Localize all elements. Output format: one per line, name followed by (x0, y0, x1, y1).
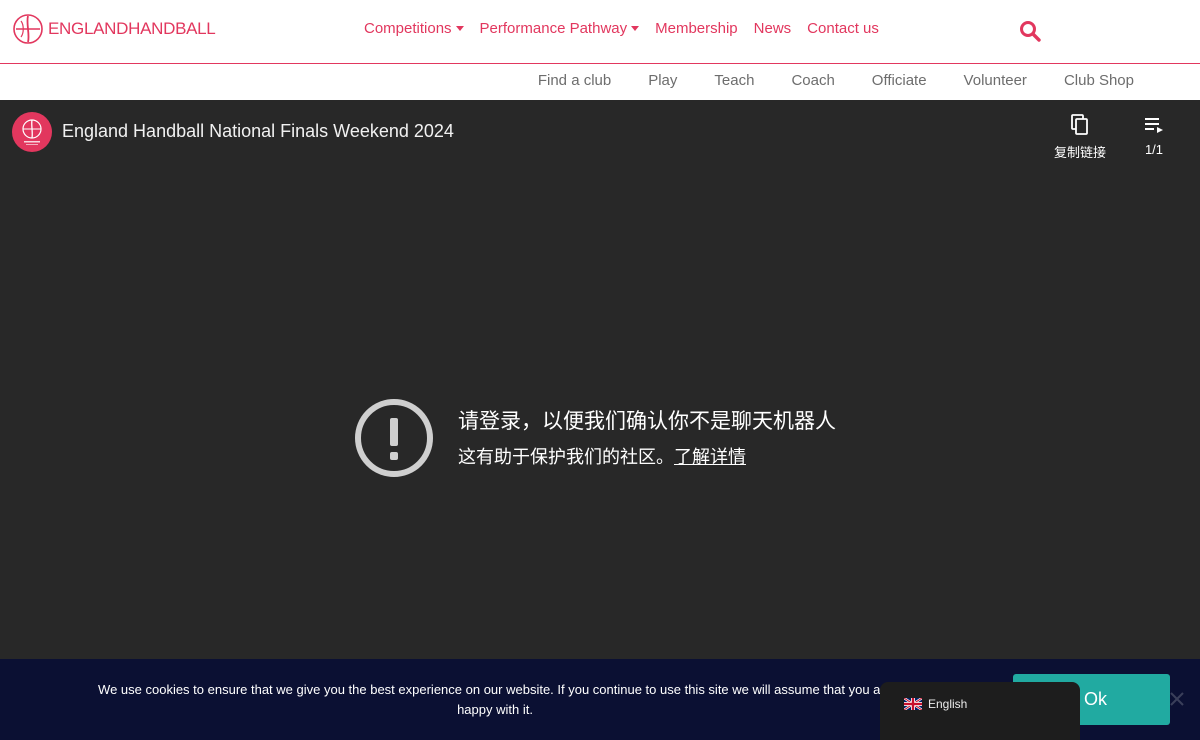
error-subtitle-line: 这有助于保护我们的社区。了解详情 (458, 443, 746, 469)
error-title: 请登录，以便我们确认你不是聊天机器人 (458, 410, 836, 433)
logo-word-england: ENGLAND (48, 19, 129, 38)
logo-word-handball: HANDBALL (128, 19, 216, 38)
error-subtitle: 这有助于保护我们的社区。 (458, 447, 674, 467)
playlist-count: 1/1 (1144, 142, 1164, 157)
close-icon[interactable] (1168, 690, 1186, 708)
subnav-volunteer[interactable]: Volunteer (964, 72, 1027, 89)
learn-more-link[interactable]: 了解详情 (674, 447, 746, 467)
secondary-nav: Find a club Play Teach Coach Officiate V… (0, 64, 1200, 100)
nav-contact-us[interactable]: Contact us (807, 20, 879, 37)
search-icon[interactable] (1019, 20, 1041, 42)
language-switcher[interactable]: English (880, 682, 1080, 740)
subnav-find-a-club[interactable]: Find a club (538, 72, 611, 89)
nav-performance-pathway-label: Performance Pathway (479, 20, 628, 37)
copy-link-label: 复制链接 (1054, 145, 1107, 160)
channel-avatar[interactable] (12, 112, 52, 152)
nav-contact-us-label: Contact us (807, 20, 879, 37)
nav-performance-pathway[interactable]: Performance Pathway (480, 20, 640, 37)
england-handball-logo-icon (13, 14, 43, 44)
channel-logo-icon (22, 119, 42, 145)
nav-news-label: News (753, 20, 792, 37)
cookie-message: We use cookies to ensure that we give yo… (98, 682, 892, 717)
caret-down-icon (455, 26, 464, 31)
playlist-button[interactable]: 1/1 (1144, 114, 1164, 157)
site-logo[interactable]: ENGLANDHANDBALL (12, 12, 216, 46)
subnav-coach[interactable]: Coach (791, 72, 834, 89)
alert-circle-icon (355, 399, 433, 477)
nav-membership-label: Membership (655, 20, 738, 37)
logo-wordmark: ENGLANDHANDBALL (48, 19, 216, 39)
nav-competitions[interactable]: Competitions (364, 20, 464, 37)
subnav-teach[interactable]: Teach (714, 72, 754, 89)
subnav-play[interactable]: Play (648, 72, 677, 89)
copy-link-button[interactable]: 复制链接 (1054, 114, 1106, 161)
copy-icon (1071, 114, 1088, 135)
main-nav: Competitions Performance Pathway Members… (364, 20, 879, 37)
subnav-club-shop[interactable]: Club Shop (1064, 72, 1134, 89)
nav-competitions-label: Competitions (364, 20, 452, 37)
uk-flag-icon (904, 698, 922, 710)
language-label: English (928, 697, 968, 711)
video-title[interactable]: England Handball National Finals Weekend… (62, 121, 454, 142)
nav-news[interactable]: News (754, 20, 792, 37)
caret-down-icon (631, 26, 640, 31)
subnav-officiate[interactable]: Officiate (872, 72, 927, 89)
video-player: England Handball National Finals Weekend… (0, 100, 1200, 660)
nav-membership[interactable]: Membership (655, 20, 738, 37)
site-header: ENGLANDHANDBALL Competitions Performance… (0, 0, 1200, 64)
playlist-icon (1145, 118, 1163, 133)
